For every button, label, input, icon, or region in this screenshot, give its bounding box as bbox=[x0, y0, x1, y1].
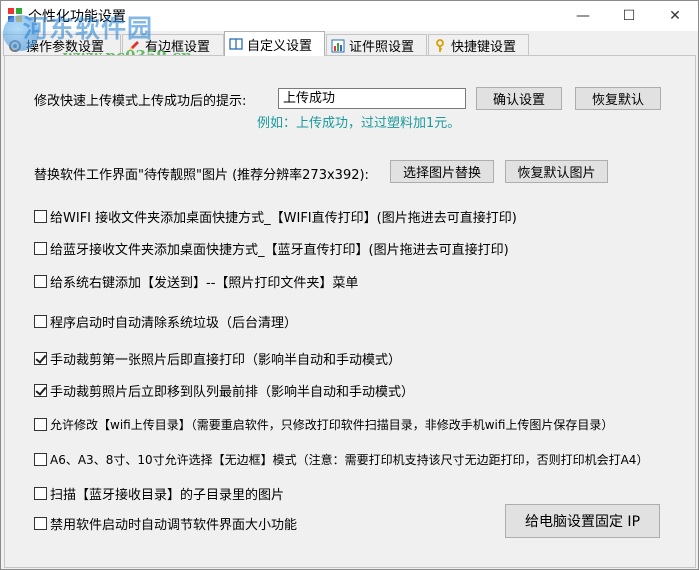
select-image-button[interactable]: 选择图片替换 bbox=[390, 160, 494, 183]
confirm-settings-button[interactable]: 确认设置 bbox=[476, 87, 562, 110]
minimize-icon: — bbox=[576, 8, 590, 24]
restore-default-image-button[interactable]: 恢复默认图片 bbox=[505, 160, 608, 183]
option-checkbox[interactable] bbox=[34, 210, 47, 223]
option-print-after-crop[interactable]: 手动裁剪第一张照片后即直接打印（影响半自动和手动模式） bbox=[34, 349, 401, 368]
app-icon bbox=[8, 8, 22, 22]
tab-border-settings[interactable]: 有边框设置 bbox=[122, 34, 224, 56]
option-checkbox-checked[interactable] bbox=[34, 384, 47, 397]
tab-label: 操作参数设置 bbox=[26, 40, 105, 55]
option-clean-junk[interactable]: 程序启动时自动清除系统垃圾（后台清理） bbox=[34, 312, 297, 331]
tab-strip: 操作参数设置 有边框设置 自定义设置 证件照设置 快捷键设置 bbox=[1, 31, 698, 56]
option-label: 禁用软件启动时自动调节软件界面大小功能 bbox=[50, 518, 298, 533]
option-scan-bluetooth-subdirs[interactable]: 扫描【蓝牙接收目录】的子目录里的图片 bbox=[34, 484, 284, 503]
minimize-button[interactable]: — bbox=[560, 1, 606, 31]
option-label: 手动裁剪第一张照片后即直接打印（影响半自动和手动模式） bbox=[50, 353, 402, 368]
tab-label: 快捷键设置 bbox=[451, 40, 517, 55]
option-checkbox[interactable] bbox=[34, 418, 47, 431]
option-checkbox[interactable] bbox=[34, 453, 47, 466]
gear-icon bbox=[8, 39, 22, 53]
option-send-to-menu[interactable]: 给系统右键添加【发送到】--【照片打印文件夹】菜单 bbox=[34, 272, 358, 291]
option-borderless-mode[interactable]: A6、A3、8寸、10寸允许选择【无边框】模式（注意：需要打印机支持该尺寸无边距… bbox=[34, 451, 648, 468]
tab-operation-params[interactable]: 操作参数设置 bbox=[3, 34, 121, 56]
option-label: 扫描【蓝牙接收目录】的子目录里的图片 bbox=[50, 488, 285, 503]
tab-custom-settings[interactable]: 自定义设置 bbox=[224, 31, 325, 56]
tab-label: 有边框设置 bbox=[145, 40, 211, 55]
option-label: A6、A3、8寸、10寸允许选择【无边框】模式（注意：需要打印机支持该尺寸无边距… bbox=[50, 453, 649, 467]
option-label: 给WIFI 接收文件夹添加桌面快捷方式_【WIFI直传打印】(图片拖进去可直接打… bbox=[50, 211, 517, 226]
option-label: 给系统右键添加【发送到】--【照片打印文件夹】菜单 bbox=[50, 276, 359, 291]
title-bar[interactable]: 个性化功能设置 — ☐ ✕ bbox=[1, 1, 698, 31]
waiting-image-label: 替换软件工作界面"待传靓照"图片 (推荐分辨率273x392): bbox=[34, 168, 369, 183]
option-wifi-upload-dir[interactable]: 允许修改【wifi上传目录】（需要重启软件，只修改打印软件扫描目录，非修改手机w… bbox=[34, 416, 613, 433]
option-label: 手动裁剪照片后立即移到队列最前排（影响半自动和手动模式） bbox=[50, 385, 415, 400]
option-disable-auto-resize[interactable]: 禁用软件启动时自动调节软件界面大小功能 bbox=[34, 514, 297, 533]
tab-hotkeys[interactable]: 快捷键设置 bbox=[428, 34, 529, 56]
close-icon: ✕ bbox=[669, 8, 681, 24]
tab-label: 自定义设置 bbox=[247, 38, 313, 54]
option-checkbox[interactable] bbox=[34, 242, 47, 255]
maximize-button[interactable]: ☐ bbox=[606, 1, 652, 31]
option-wifi-shortcut[interactable]: 给WIFI 接收文件夹添加桌面快捷方式_【WIFI直传打印】(图片拖进去可直接打… bbox=[34, 207, 517, 226]
tab-id-photo[interactable]: 证件照设置 bbox=[326, 34, 427, 56]
option-label: 给蓝牙接收文件夹添加桌面快捷方式_【蓝牙直传打印】(图片拖进去可直接打印) bbox=[50, 243, 509, 258]
option-checkbox[interactable] bbox=[34, 275, 47, 288]
book-icon bbox=[229, 37, 243, 51]
upload-hint-label: 修改快速上传模式上传成功后的提示: bbox=[34, 94, 247, 109]
close-button[interactable]: ✕ bbox=[652, 1, 698, 31]
pen-icon bbox=[127, 39, 141, 53]
option-checkbox[interactable] bbox=[34, 315, 47, 328]
tab-label: 证件照设置 bbox=[349, 40, 415, 55]
option-label: 程序启动时自动清除系统垃圾（后台清理） bbox=[50, 316, 298, 331]
option-checkbox[interactable] bbox=[34, 517, 47, 530]
window-title: 个性化功能设置 bbox=[28, 9, 126, 25]
upload-hint-example: 例如：上传成功，过过塑料加1元。 bbox=[257, 116, 461, 131]
restore-default-button[interactable]: 恢复默认 bbox=[575, 87, 661, 110]
chart-icon bbox=[331, 39, 345, 53]
upload-hint-input[interactable]: 上传成功 bbox=[278, 88, 466, 109]
settings-window: 个性化功能设置 — ☐ ✕ 操作参数设置 有边框设置 自定义设置 证件照设置 快… bbox=[0, 0, 699, 570]
option-bluetooth-shortcut[interactable]: 给蓝牙接收文件夹添加桌面快捷方式_【蓝牙直传打印】(图片拖进去可直接打印) bbox=[34, 239, 509, 258]
key-icon bbox=[433, 38, 447, 53]
option-checkbox-checked[interactable] bbox=[34, 352, 47, 365]
option-move-to-front[interactable]: 手动裁剪照片后立即移到队列最前排（影响半自动和手动模式） bbox=[34, 381, 414, 400]
option-label: 允许修改【wifi上传目录】（需要重启软件，只修改打印软件扫描目录，非修改手机w… bbox=[50, 418, 614, 432]
option-checkbox[interactable] bbox=[34, 487, 47, 500]
maximize-icon: ☐ bbox=[622, 8, 636, 24]
set-fixed-ip-button[interactable]: 给电脑设置固定 IP bbox=[505, 504, 660, 538]
